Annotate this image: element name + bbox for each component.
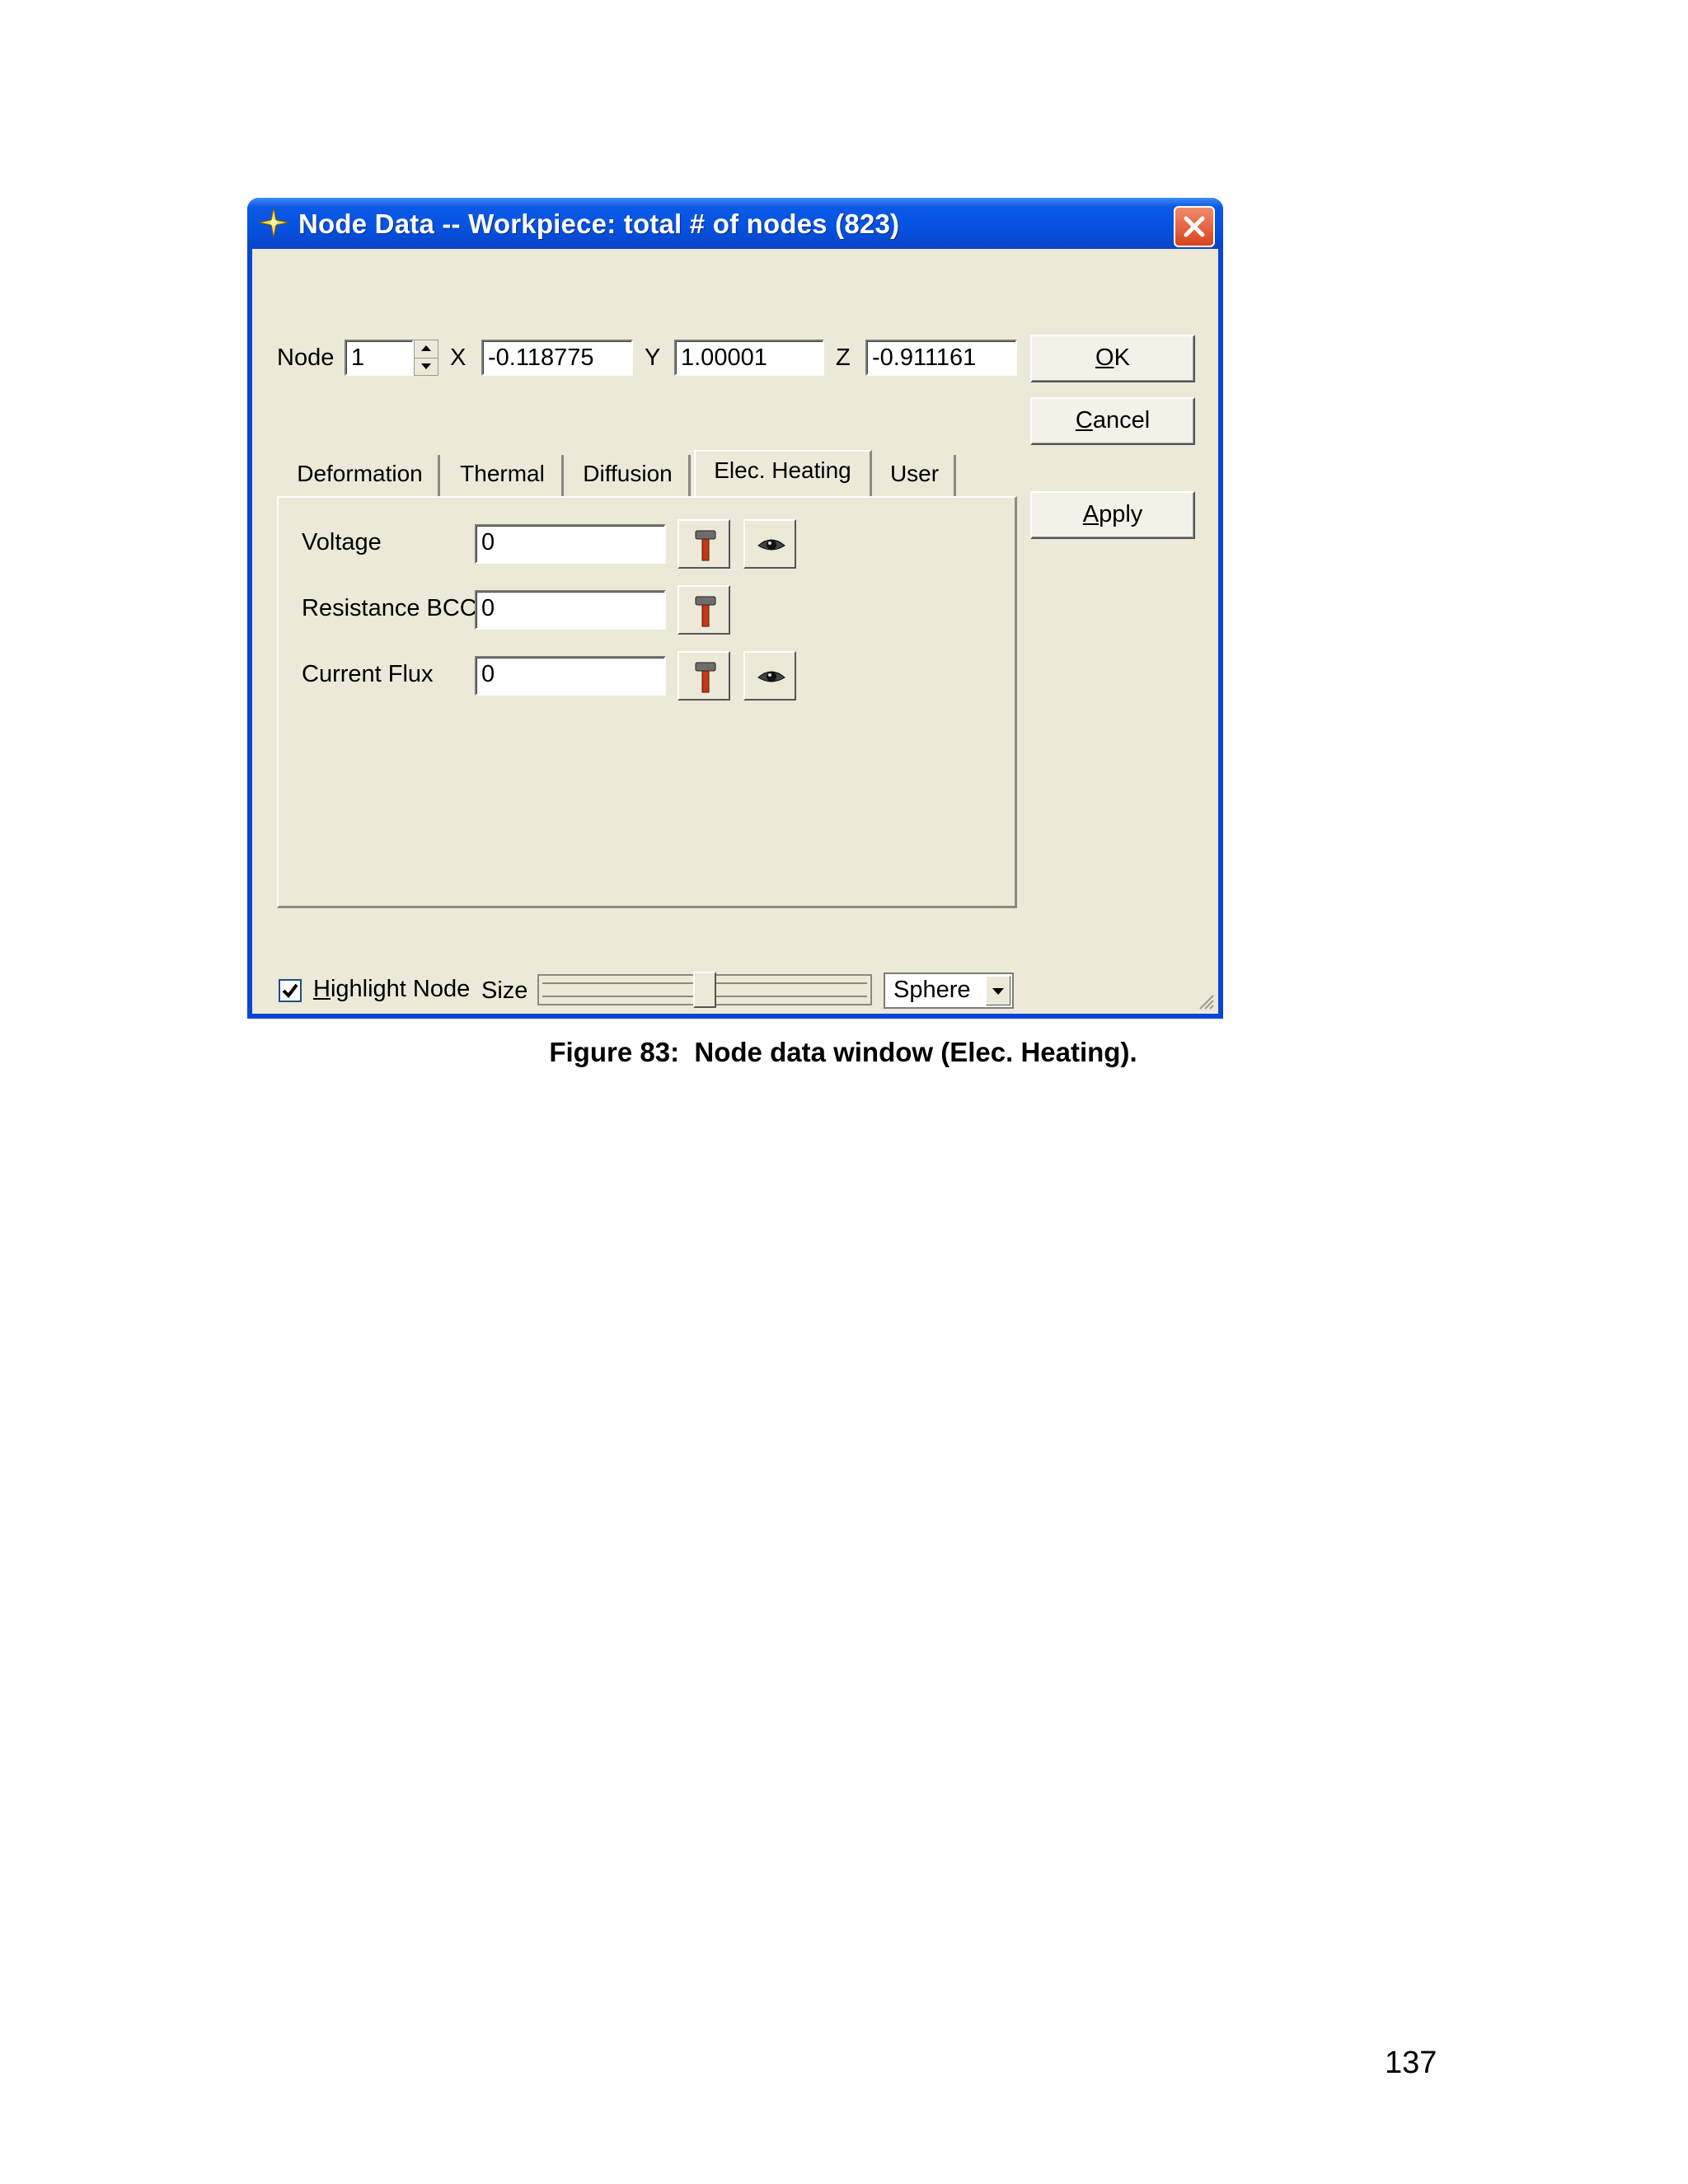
- slider-thumb[interactable]: [693, 972, 716, 1008]
- y-label: Y: [645, 344, 661, 371]
- resize-grip-icon[interactable]: [1195, 991, 1215, 1010]
- ok-button[interactable]: OK: [1030, 335, 1195, 382]
- dialog-body: Node 1 X -0.118775 Y 1.00001 Z -0.911161…: [252, 249, 1218, 1014]
- window-title: Node Data -- Workpiece: total # of nodes…: [298, 209, 900, 239]
- apply-mnemonic: A: [1082, 501, 1100, 527]
- highlight-node-label[interactable]: Highlight Node: [313, 976, 470, 1003]
- current-flux-set-button[interactable]: [678, 651, 730, 701]
- title-bar[interactable]: Node Data -- Workpiece: total # of nodes…: [247, 198, 1223, 249]
- tab-deformation[interactable]: Deformation: [282, 455, 440, 496]
- x-label: X: [450, 344, 467, 371]
- spin-down-icon[interactable]: [415, 358, 438, 375]
- field-label-current-flux: Current Flux: [302, 661, 434, 687]
- resistance-bcc-set-button[interactable]: [678, 585, 730, 635]
- highlight-node-checkbox[interactable]: [279, 979, 302, 1002]
- voltage-set-button[interactable]: [678, 519, 730, 569]
- size-label: Size: [481, 977, 528, 1004]
- checkmark-icon: [282, 983, 298, 999]
- tab-elec-heating[interactable]: Elec. Heating: [694, 450, 872, 496]
- ok-mnemonic: O: [1095, 344, 1114, 371]
- y-input[interactable]: 1.00001: [674, 340, 824, 376]
- eye-icon: [757, 671, 785, 682]
- elec-heating-panel: Voltage 0 Resistance BCC 0 Current Flux …: [277, 496, 1017, 908]
- current-flux-view-button[interactable]: [743, 651, 796, 701]
- cancel-label: ancel: [1092, 407, 1151, 434]
- figure-caption: Figure 83: Node data window (Elec. Heati…: [0, 1037, 1688, 1068]
- eye-icon: [757, 539, 785, 551]
- chevron-down-icon[interactable]: [986, 976, 1010, 1005]
- z-input[interactable]: -0.911161: [865, 340, 1017, 376]
- voltage-view-button[interactable]: [743, 519, 796, 569]
- resistance-bcc-input[interactable]: 0: [475, 590, 666, 630]
- hammer-icon: [695, 662, 716, 693]
- shape-combobox[interactable]: Sphere: [884, 972, 1014, 1009]
- tab-thermal[interactable]: Thermal: [443, 455, 564, 496]
- x-input[interactable]: -0.118775: [481, 340, 633, 376]
- apply-label: pply: [1099, 501, 1143, 527]
- hammer-icon: [695, 596, 716, 627]
- current-flux-input[interactable]: 0: [475, 656, 666, 696]
- close-button[interactable]: [1174, 206, 1215, 247]
- field-label-resistance-bcc: Resistance BCC: [302, 595, 477, 621]
- z-label: Z: [836, 344, 851, 371]
- node-input[interactable]: 1: [345, 340, 414, 376]
- hammer-icon: [695, 530, 716, 561]
- node-label: Node: [277, 344, 335, 371]
- size-slider[interactable]: [537, 972, 872, 1008]
- spin-up-icon[interactable]: [415, 340, 438, 359]
- close-icon: [1184, 216, 1205, 237]
- highlight-mnemonic: H: [313, 976, 331, 1002]
- figure-caption-text: Figure 83: Node data window (Elec. Heati…: [549, 1037, 1137, 1067]
- node-spinner[interactable]: [414, 340, 438, 376]
- tab-user[interactable]: User: [875, 455, 956, 496]
- apply-button[interactable]: Apply: [1030, 491, 1195, 539]
- ok-label: K: [1114, 344, 1130, 371]
- field-label-voltage: Voltage: [302, 529, 382, 555]
- shape-value: Sphere: [893, 977, 971, 1003]
- voltage-input[interactable]: 0: [475, 524, 666, 564]
- cancel-mnemonic: C: [1075, 407, 1093, 434]
- node-star-icon: [257, 206, 290, 239]
- node-data-window: Node Data -- Workpiece: total # of nodes…: [247, 198, 1223, 1019]
- page-number: 137: [1385, 2046, 1437, 2080]
- cancel-button[interactable]: Cancel: [1030, 397, 1195, 445]
- tab-diffusion[interactable]: Diffusion: [567, 455, 691, 496]
- highlight-label: ighlight Node: [330, 976, 471, 1002]
